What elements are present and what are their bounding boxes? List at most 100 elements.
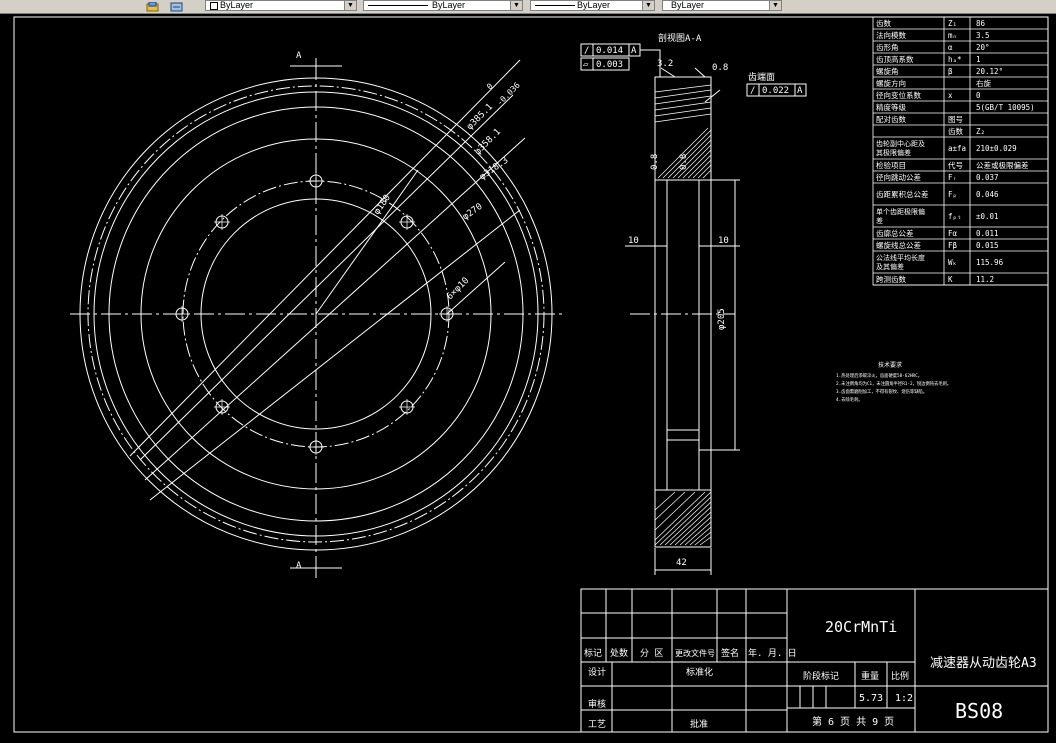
lineweight-combo[interactable]: ByLayer ▼ (530, 0, 655, 11)
param-name: 齿距累积总公差 (876, 189, 929, 199)
tech-req-line-2: 2.未注倒角均为C1，未注圆角半径R1-2，锐边倒钝去毛刺。 (836, 380, 951, 387)
param-name: 螺旋方向 (876, 78, 906, 88)
param-symbol: hₐ* (948, 55, 962, 64)
param-name: 精度等级 (876, 102, 906, 112)
param-value: 0 (976, 91, 981, 100)
layer-combo[interactable]: ByLayer ▼ (205, 0, 357, 11)
param-symbol: a±fa (948, 144, 966, 153)
dim-leader-hub (149, 209, 521, 501)
dim-bore: φ205 (717, 308, 727, 330)
param-symbol: Fα (948, 229, 958, 238)
param-symbol: K (948, 275, 953, 284)
param-name: 跨测齿数 (876, 274, 906, 284)
section-title: 剖视图A-A (658, 32, 702, 44)
svg-text:/: / (750, 86, 755, 96)
parameter-table: 齿数 Z₁ 86 法向模数 mₙ 3.5 齿形角 α 20° 齿顶高系数 hₐ* 1 螺旋角 β 20.12… (872, 16, 1049, 286)
side-view-labels: 剖视图A-A / 0.014 A ▱ 0.003 / 0.022 A 3.2 0… (583, 32, 803, 568)
chevron-down-icon[interactable]: ▼ (344, 1, 356, 10)
param-value: Z₂ (976, 127, 985, 136)
param-value: 0.046 (976, 190, 999, 199)
param-name: 螺旋角 (876, 66, 899, 76)
title-block-text: 标记 处数 分 区 更改文件号 签名 年. 月. 日 设计 标准化 审核 工艺 … (584, 618, 1037, 730)
linetype-combo-value: ByLayer (432, 0, 466, 10)
tb-scale: 1:2 (895, 693, 913, 704)
rough-2: 0.8 (679, 154, 689, 170)
dim-bolt-circle: φ180 (372, 193, 393, 217)
chamfer-left: 3.2 (657, 59, 673, 69)
tb-standardize: 标准化 (686, 666, 713, 678)
plotstyle-combo[interactable]: ByLayer ▼ (662, 0, 782, 11)
dim-right-10: 10 (718, 236, 729, 246)
gdt-3-datum: A (797, 86, 803, 96)
param-symbol: Fₚ (948, 190, 957, 199)
section-mark-bottom: A (296, 561, 302, 571)
gdt-2-value: 0.003 (596, 60, 623, 70)
param-value: 3.5 (976, 31, 990, 40)
linetype-combo[interactable]: ByLayer ▼ (363, 0, 523, 11)
tb-weight-label: 重量 (861, 670, 879, 682)
gdt-1-value: 0.014 (596, 46, 623, 56)
layer-combo-value: ByLayer (220, 0, 254, 10)
tb-process: 工艺 (588, 719, 606, 730)
param-symbol: Fβ (948, 241, 958, 250)
tb-review: 审核 (588, 698, 606, 710)
param-value: 11.2 (976, 275, 994, 284)
param-value: 0.011 (976, 229, 999, 238)
param-symbol: mₙ (948, 31, 957, 40)
param-symbol: β (948, 67, 953, 76)
layer-previous-icon[interactable] (170, 0, 184, 12)
tech-req-line-1: 1.热处理后渗碳淬火，齿面硬度58-62HRC。 (836, 372, 922, 379)
param-value: 20.12° (976, 67, 1003, 76)
gdt-1-datum: A (631, 46, 637, 56)
param-name: 齿数 (876, 18, 891, 28)
chevron-down-icon[interactable]: ▼ (510, 1, 522, 10)
chevron-down-icon[interactable]: ▼ (642, 1, 654, 10)
param-name: 检验项目 (876, 160, 906, 170)
param-name: 齿轮副中心距及其极限偏差 (876, 139, 925, 157)
tb-label-mark: 标记 (584, 647, 602, 659)
svg-text:▱: ▱ (583, 60, 589, 70)
param-name: 法向模数 (876, 30, 906, 40)
tb-drawing-no: BS08 (955, 699, 1003, 723)
chevron-down-icon[interactable]: ▼ (769, 1, 781, 10)
param-name: 配对齿数 (876, 114, 906, 124)
param-value: 右旋 (976, 78, 991, 88)
dim-leader-outer (129, 59, 521, 457)
param-value: 公差或极限偏差 (976, 160, 1029, 170)
gdt-3-value: 0.022 (762, 86, 789, 96)
param-value: 20° (976, 43, 990, 52)
param-value: 86 (976, 19, 986, 28)
dim-holes: 6×φ10 (445, 276, 471, 302)
properties-toolbar: ByLayer ▼ ByLayer ▼ ByLayer ▼ ByLayer ▼ (0, 0, 1056, 14)
tb-approve: 批准 (690, 718, 708, 730)
param-value: ±0.01 (976, 212, 999, 221)
dim-leader-root (139, 94, 514, 461)
tb-scale-label: 比例 (891, 670, 909, 682)
param-symbol: α (948, 43, 953, 52)
param-name: 公法线平均长度及其偏差 (876, 253, 925, 271)
param-name: 齿廓总公差 (876, 228, 914, 238)
param-symbol: x (948, 91, 953, 100)
param-symbol: fₚₜ (948, 212, 962, 221)
tech-req-title: 技术要求 (878, 361, 902, 369)
param-symbol: 图号 (948, 115, 963, 124)
gear-section-outline (654, 76, 712, 548)
tech-req-line-4: 4.去除毛刺。 (836, 396, 863, 403)
dim-outer-tol-lower: -0.036 (495, 80, 522, 107)
tb-label-date: 年. 月. 日 (748, 647, 797, 659)
param-name: 单个齿距极限偏差 (876, 207, 925, 225)
layer-properties-icon[interactable] (146, 0, 160, 12)
dim-leader-bolt (315, 169, 419, 315)
chamfer-right: 0.8 (712, 63, 728, 73)
lineweight-combo-value: ByLayer (577, 0, 611, 10)
tb-design: 设计 (588, 666, 606, 678)
dim-left-10: 10 (628, 236, 639, 246)
rough-1: 0.8 (650, 154, 660, 170)
tb-label-zone: 分 区 (640, 648, 663, 659)
tb-weight: 5.73 (859, 693, 883, 704)
drawing-canvas[interactable]: A A φ385.1 0 -0.036 φ358.1 φ318.3 φ270 φ… (0, 13, 1056, 743)
tb-part-name: 减速器从动齿轮A3 (930, 656, 1037, 671)
param-name: 螺旋线总公差 (876, 240, 921, 250)
param-symbol: Z₁ (948, 19, 957, 28)
tb-sheet-info: 第 6 页 共 9 页 (812, 715, 894, 728)
